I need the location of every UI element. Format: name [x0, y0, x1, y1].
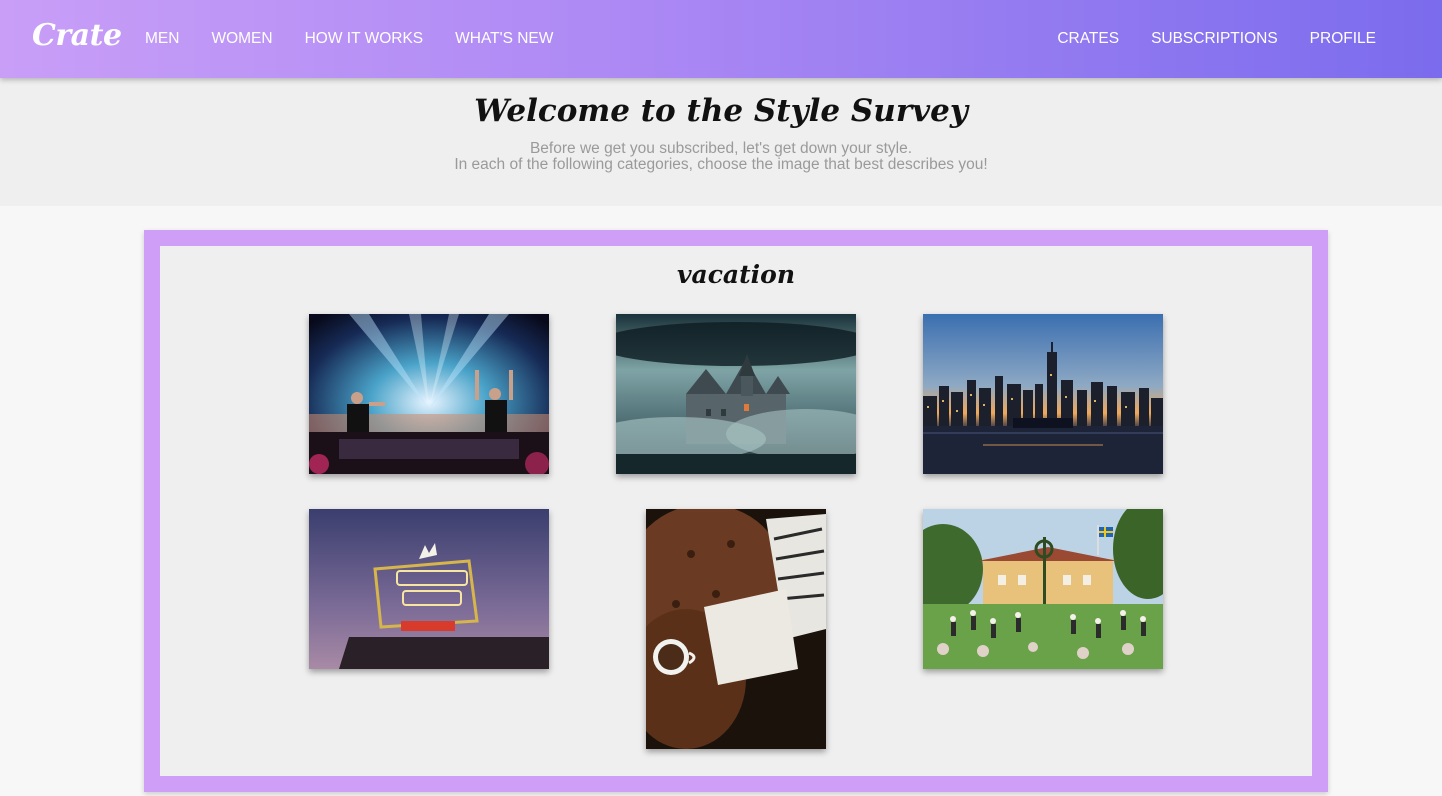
nav-link-women[interactable]: WOMEN — [195, 30, 288, 48]
nav-link-whats-new[interactable]: WHAT'S NEW — [439, 30, 569, 48]
subtitle-line-2: In each of the following categories, cho… — [454, 156, 988, 173]
survey-category-inner: vacation — [160, 246, 1312, 776]
top-navbar: Crate MEN WOMEN HOW IT WORKS WHAT'S NEW … — [0, 0, 1442, 78]
concert-festival-image[interactable] — [309, 314, 549, 474]
nav-link-how-it-works[interactable]: HOW IT WORKS — [289, 30, 440, 48]
nav-right-group: CRATES SUBSCRIPTIONS PROFILE — [1041, 0, 1392, 78]
leather-chair-coffee-image[interactable] — [646, 509, 826, 749]
portland-oregon-sign-image[interactable] — [309, 509, 549, 669]
subtitle-line-1: Before we get you subscribed, let's get … — [529, 140, 913, 157]
page-subtitle: Before we get you subscribed, let's get … — [0, 141, 1442, 173]
nav-link-subscriptions[interactable]: SUBSCRIPTIONS — [1135, 30, 1294, 48]
nav-link-crates[interactable]: CRATES — [1041, 30, 1135, 48]
misty-castle-image[interactable] — [616, 314, 856, 474]
nav-link-profile[interactable]: PROFILE — [1294, 30, 1392, 48]
nav-left-group: MEN WOMEN HOW IT WORKS WHAT'S NEW — [129, 0, 569, 78]
page-title: Welcome to the Style Survey — [474, 93, 968, 129]
survey-category-card: vacation — [144, 230, 1328, 792]
midsummer-festival-image[interactable] — [923, 509, 1163, 669]
survey-hero: Welcome to the Style Survey Before we ge… — [0, 78, 1442, 206]
nav-link-men[interactable]: MEN — [129, 30, 195, 48]
city-skyline-sunset-image[interactable] — [923, 314, 1163, 474]
category-title: vacation — [676, 260, 796, 289]
brand-logo[interactable]: Crate — [32, 18, 122, 53]
